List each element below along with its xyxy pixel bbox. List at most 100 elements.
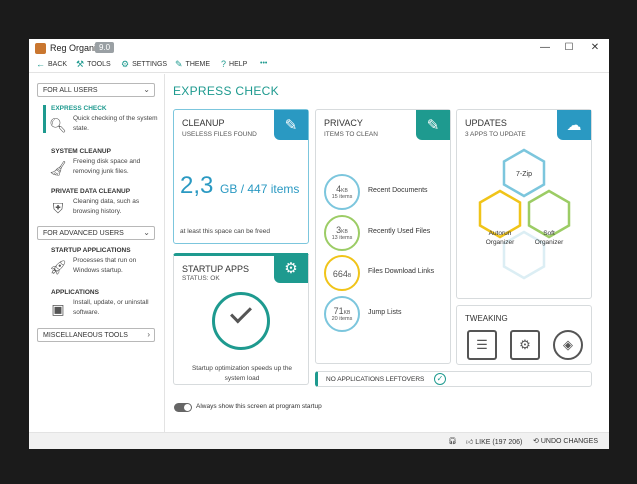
privacy-value: 71 xyxy=(333,306,344,316)
theme-label: THEME xyxy=(185,61,211,68)
sidebar-item-desc: Cleaning data, such as browsing history. xyxy=(73,198,140,215)
always-show-toggle[interactable] xyxy=(174,403,192,412)
startup-note: Startup optimization speeds up the syste… xyxy=(191,365,293,382)
theme-menu[interactable]: ✎ THEME xyxy=(175,60,210,69)
cleanup-card[interactable]: CLEANUP USELESS FILES FOUND ✎ 2,3 GB / 4… xyxy=(173,109,309,244)
sidebar-item-system-cleanup[interactable]: SYSTEM CLEANUP 🧹︎ Freeing disk space and… xyxy=(37,148,165,182)
leftovers-bar[interactable]: NO APPLICATIONS LEFTOVERS ✓ xyxy=(315,371,592,387)
help-icon: ? xyxy=(221,59,227,69)
tools-menu[interactable]: ⚒ TOOLS xyxy=(76,60,111,69)
settings-label: SETTINGS xyxy=(132,61,168,68)
app-logo-icon xyxy=(35,43,46,54)
startup-title: STARTUP APPS xyxy=(182,264,250,274)
sliders-icon[interactable]: ☰ xyxy=(467,330,497,360)
status-bar: 🎧︎ 👍︎ LIKE (197 206) ⟲ UNDO CHANGES xyxy=(29,432,609,449)
sidebar-item-desc: Processes that run on Windows startup. xyxy=(73,257,137,274)
sidebar-item-private-data-cleanup[interactable]: PRIVATE DATA CLEANUP ⛨ Cleaning data, su… xyxy=(37,188,165,222)
updates-subtitle: 3 APPS TO UPDATE xyxy=(465,131,526,138)
help-menu[interactable]: ? HELP xyxy=(221,60,247,69)
cleanup-title: CLEANUP xyxy=(182,118,225,128)
sidebar-item-title: EXPRESS CHECK xyxy=(51,105,107,112)
group-miscellaneous-tools[interactable]: MISCELLANEOUS TOOLS › xyxy=(37,328,155,342)
undo-label: UNDO CHANGES xyxy=(540,438,599,445)
gear-icon: ⚙ xyxy=(121,59,130,69)
sidebar-item-desc: Freeing disk space and removing junk fil… xyxy=(73,158,141,175)
tweaking-title: TWEAKING xyxy=(465,314,508,323)
hex-label: Autorun Organizer xyxy=(485,230,515,246)
privacy-card[interactable]: PRIVACY ITEMS TO CLEAN ✎ 4KB 15 items Re… xyxy=(315,109,451,364)
monitor-gear-icon[interactable]: ⚙ xyxy=(510,330,540,360)
startup-ok-circle xyxy=(212,292,270,350)
tweaking-card[interactable]: TWEAKING ☰ ⚙ ◈ xyxy=(456,305,592,365)
magnifier-check-icon: 🔍︎ xyxy=(49,117,67,133)
sidebar-item-startup-applications[interactable]: STARTUP APPLICATIONS 🚀︎ Processes that r… xyxy=(37,247,165,281)
help-label: HELP xyxy=(229,61,248,68)
updates-hexagons: 7-Zip xyxy=(478,148,571,280)
startup-status: STATUS: OK xyxy=(182,275,220,282)
settings-menu[interactable]: ⚙ SETTINGS xyxy=(121,60,167,69)
sidebar-item-express-check[interactable]: EXPRESS CHECK 🔍︎ Quick checking of the s… xyxy=(37,105,165,139)
chevron-down-icon: ⌄ xyxy=(143,85,150,94)
startup-card[interactable]: STARTUP APPS STATUS: OK ⚙ Startup optimi… xyxy=(173,253,309,385)
group-for-advanced-users[interactable]: FOR ADVANCED USERS ⌄ xyxy=(37,226,155,240)
group-label: FOR ALL USERS xyxy=(43,87,98,94)
privacy-value-circle: 71KB 20 items xyxy=(324,296,360,332)
brush-icon: ✎ xyxy=(175,59,183,69)
updates-card[interactable]: UPDATES 3 APPS TO UPDATE ☁ 7-Zip Autorun… xyxy=(456,109,592,299)
privacy-value-circle: 3KB 13 items xyxy=(324,215,360,251)
privacy-title: PRIVACY xyxy=(324,118,363,128)
headset-icon[interactable]: 🎧︎ xyxy=(448,437,457,445)
always-show-label: Always show this screen at program start… xyxy=(196,403,322,410)
close-button[interactable]: ✕ xyxy=(587,41,603,55)
minimize-button[interactable]: — xyxy=(537,41,553,55)
cleanup-note: at least this space can be freed xyxy=(180,228,270,235)
privacy-value-circle: 4KB 15 items xyxy=(324,174,360,210)
group-for-all-users[interactable]: FOR ALL USERS ⌄ xyxy=(37,83,155,97)
privacy-row-recently-used-files[interactable]: 3KB 13 items Recently Used Files xyxy=(324,215,452,251)
privacy-value-circle: 664B xyxy=(324,255,360,291)
more-menu[interactable]: ••• xyxy=(260,60,267,67)
privacy-row-files-download-links[interactable]: 664B Files Download Links xyxy=(324,255,452,291)
privacy-count: 15 items xyxy=(331,194,353,200)
privacy-label: Recently Used Files xyxy=(368,228,431,235)
privacy-count: 13 items xyxy=(331,235,353,241)
cleanup-size: 2,3 GB / 447 items xyxy=(180,172,299,200)
checkmark-icon xyxy=(230,301,252,324)
like-button[interactable]: 👍︎ LIKE (197 206) xyxy=(466,437,522,446)
more-icon: ••• xyxy=(260,60,268,67)
cleanup-size-unit: GB / 447 items xyxy=(220,182,300,196)
sidebar-item-applications[interactable]: APPLICATIONS ▣ Install, update, or unins… xyxy=(37,289,165,323)
check-circle-icon: ✓ xyxy=(434,373,446,385)
privacy-badge-icon: ✎ xyxy=(416,110,450,140)
cleanup-size-value: 2,3 xyxy=(180,172,214,199)
page-title: EXPRESS CHECK xyxy=(173,84,279,98)
sidebar-item-desc: Quick checking of the system state. xyxy=(73,115,158,132)
privacy-unit: B xyxy=(347,273,352,279)
privacy-count: 20 items xyxy=(331,316,353,322)
sidebar-item-title: APPLICATIONS xyxy=(51,289,99,296)
toggle-knob xyxy=(184,404,191,411)
chevron-right-icon: › xyxy=(147,330,150,339)
cloud-update-icon: ☁ xyxy=(557,110,591,140)
back-button[interactable]: ← BACK xyxy=(36,60,67,69)
arrow-left-icon: ← xyxy=(36,59,45,69)
sidebar: FOR ALL USERS ⌄ EXPRESS CHECK 🔍︎ Quick c… xyxy=(29,74,165,432)
like-label: LIKE (197 206) xyxy=(475,439,523,446)
privacy-label: Jump Lists xyxy=(368,309,402,316)
apps-grid-icon[interactable]: ◈ xyxy=(553,330,583,360)
sidebar-item-title: PRIVATE DATA CLEANUP xyxy=(51,188,131,195)
privacy-subtitle: ITEMS TO CLEAN xyxy=(324,131,378,138)
privacy-row-jump-lists[interactable]: 71KB 20 items Jump Lists xyxy=(324,296,452,332)
app-box-icon: ▣ xyxy=(51,301,65,317)
chevron-down-icon: ⌄ xyxy=(143,228,150,237)
cleanup-badge-icon: ✎ xyxy=(274,110,308,140)
rocket-icon: 🚀︎ xyxy=(49,259,67,275)
privacy-label: Recent Documents xyxy=(368,187,428,194)
hex-label: 7-Zip xyxy=(516,171,532,178)
privacy-row-recent-documents[interactable]: 4KB 15 items Recent Documents xyxy=(324,174,452,210)
updates-title: UPDATES xyxy=(465,118,507,128)
privacy-label: Files Download Links xyxy=(368,268,435,275)
back-label: BACK xyxy=(48,61,68,68)
undo-changes-button[interactable]: ⟲ UNDO CHANGES xyxy=(533,437,598,445)
maximize-button[interactable]: ☐ xyxy=(561,41,577,55)
